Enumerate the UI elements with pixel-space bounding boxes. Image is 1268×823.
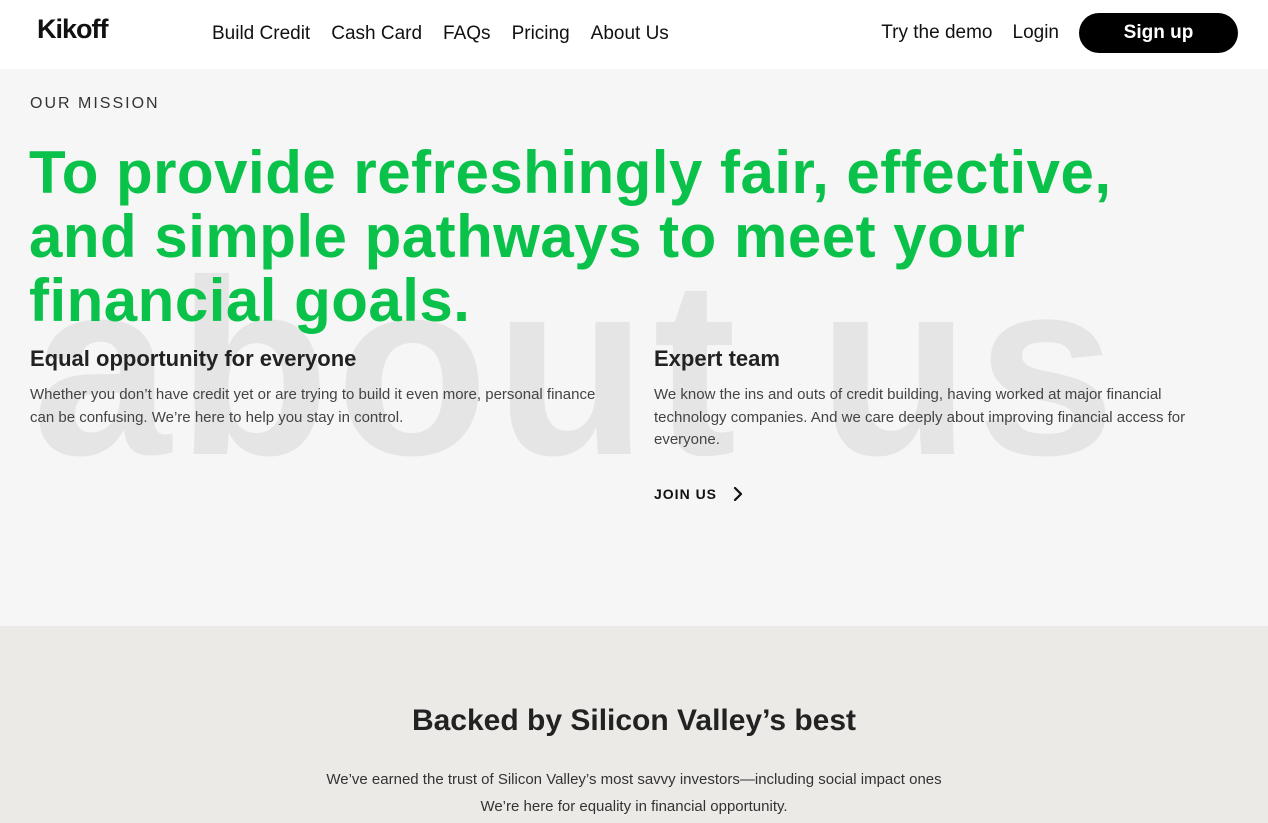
chevron-right-icon — [733, 487, 743, 501]
investors-description: We’ve earned the trust of Silicon Valley… — [0, 766, 1268, 820]
section-eyebrow: OUR MISSION — [30, 95, 160, 112]
feature-title: Equal opportunity for everyone — [30, 346, 357, 371]
login-link[interactable]: Login — [1013, 22, 1060, 44]
feature-equal-opportunity: Equal opportunity for everyone Whether y… — [30, 346, 610, 429]
try-demo-link[interactable]: Try the demo — [881, 22, 992, 44]
nav-pricing[interactable]: Pricing — [512, 23, 570, 45]
investors-line-1: We’ve earned the trust of Silicon Valley… — [326, 771, 942, 788]
feature-title: Expert team — [654, 346, 780, 371]
feature-expert-team: Expert team We know the ins and outs of … — [654, 346, 1234, 452]
join-us-link[interactable]: JOIN US — [654, 486, 743, 502]
nav-faqs[interactable]: FAQs — [443, 23, 491, 45]
feature-text: We know the ins and outs of credit build… — [654, 386, 1186, 448]
main-nav: Build Credit Cash Card FAQs Pricing Abou… — [212, 23, 669, 45]
investors-title: Backed by Silicon Valley’s best — [411, 704, 857, 737]
investors-line-2: We’re here for equality in financial opp… — [480, 798, 788, 815]
investors-section: Backed by Silicon Valley’s best We’ve ea… — [0, 626, 1268, 823]
signup-button[interactable]: Sign up — [1079, 13, 1238, 53]
feature-text: Whether you don’t have credit yet or are… — [30, 386, 596, 426]
kikoff-logo[interactable]: Kikoff — [37, 14, 108, 45]
nav-about-us[interactable]: About Us — [591, 23, 669, 45]
mission-section: about us OUR MISSION To provide refreshi… — [0, 69, 1268, 626]
mission-headline: To provide refreshingly fair, effective,… — [29, 139, 1112, 334]
top-navbar: Kikoff Build Credit Cash Card FAQs Prici… — [0, 0, 1268, 69]
nav-actions: Try the demo Login Sign up — [881, 13, 1238, 53]
join-us-label: JOIN US — [654, 486, 718, 502]
nav-build-credit[interactable]: Build Credit — [212, 23, 310, 45]
nav-cash-card[interactable]: Cash Card — [331, 23, 422, 45]
